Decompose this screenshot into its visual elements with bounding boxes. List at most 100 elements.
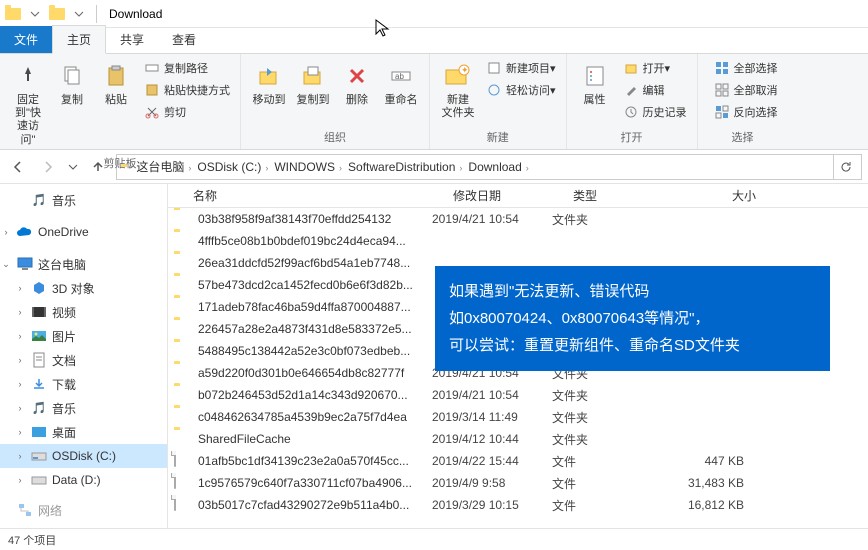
table-row[interactable]: b072b246453d52d1a14c343d920670...2019/4/… bbox=[168, 384, 868, 406]
properties-icon bbox=[579, 60, 611, 92]
file-size: 31,483 KB bbox=[652, 476, 752, 490]
copy-icon bbox=[56, 60, 88, 92]
copyto-icon bbox=[297, 60, 329, 92]
file-type: 文件夹 bbox=[552, 211, 652, 228]
folder-icon bbox=[174, 364, 192, 382]
file-type: 文件夹 bbox=[552, 431, 652, 448]
file-name: 171adeb78fac46ba59d4ffa870004887... bbox=[198, 300, 432, 314]
navigation-pane[interactable]: 🎵音乐 ›OneDrive ⌄这台电脑 ›3D 对象 ›视频 ›图片 ›文档 ›… bbox=[0, 184, 168, 528]
nav-3d-objects[interactable]: ›3D 对象 bbox=[0, 276, 167, 300]
history-button[interactable]: 历史记录 bbox=[619, 102, 691, 122]
easy-access-button[interactable]: 轻松访问 ▾ bbox=[482, 80, 560, 100]
select-none-icon bbox=[714, 82, 730, 98]
col-type[interactable]: 类型 bbox=[565, 187, 665, 204]
file-name: 03b5017c7cfad43290272e9b511a4b0... bbox=[198, 498, 432, 512]
select-none-button[interactable]: 全部取消 bbox=[710, 80, 782, 100]
file-name: 226457a28e2a4873f431d8e583372e5... bbox=[198, 322, 432, 336]
col-size[interactable]: 大小 bbox=[665, 187, 765, 204]
paste-shortcut-button[interactable]: 粘贴快捷方式 bbox=[140, 80, 234, 100]
titlebar: Download bbox=[0, 0, 868, 28]
file-type: 文件 bbox=[552, 497, 652, 514]
table-row[interactable]: 4fffb5ce08b1b0bdef019bc24d4eca94... bbox=[168, 230, 868, 252]
file-date: 2019/4/22 15:44 bbox=[432, 454, 552, 468]
select-all-button[interactable]: 全部选择 bbox=[710, 58, 782, 78]
col-name[interactable]: 名称 bbox=[185, 187, 445, 204]
new-folder-button[interactable]: ✦ 新建 文件夹 bbox=[436, 58, 480, 122]
folder-icon bbox=[174, 232, 192, 250]
copy-to-button[interactable]: 复制到 bbox=[291, 58, 335, 109]
dropdown-icon[interactable] bbox=[70, 5, 88, 23]
rename-button[interactable]: ab 重命名 bbox=[379, 58, 423, 109]
paste-icon bbox=[100, 60, 132, 92]
table-row[interactable]: c048462634785a4539b9ec2a75f7d4ea2019/3/1… bbox=[168, 406, 868, 428]
file-date: 2019/3/14 11:49 bbox=[432, 410, 552, 424]
tab-share[interactable]: 共享 bbox=[106, 26, 158, 53]
file-date: 2019/3/29 10:15 bbox=[432, 498, 552, 512]
nav-data[interactable]: ›Data (D:) bbox=[0, 468, 167, 492]
open-button[interactable]: 打开 ▾ bbox=[619, 58, 691, 78]
ribbon-group-organize: 移动到 复制到 删除 ab 重命名 组织 bbox=[241, 54, 430, 149]
desktop-icon bbox=[30, 423, 48, 441]
dropdown-icon[interactable] bbox=[26, 5, 44, 23]
copy-path-button[interactable]: 复制路径 bbox=[140, 58, 234, 78]
delete-icon bbox=[341, 60, 373, 92]
select-all-icon bbox=[714, 60, 730, 76]
new-item-icon bbox=[486, 60, 502, 76]
invert-selection-button[interactable]: 反向选择 bbox=[710, 102, 782, 122]
ribbon: 固定到"快 速访问" 复制 粘贴 复制路径 粘贴快捷方式 剪切 剪贴板 移动到 bbox=[0, 54, 868, 150]
svg-text:ab: ab bbox=[395, 72, 404, 81]
file-type: 文件夹 bbox=[552, 409, 652, 426]
nav-desktop[interactable]: ›桌面 bbox=[0, 420, 167, 444]
table-row[interactable]: 03b38f958f9af38143f70effdd2541322019/4/2… bbox=[168, 208, 868, 230]
paste-button[interactable]: 粘贴 bbox=[94, 58, 138, 109]
table-row[interactable]: 03b5017c7cfad43290272e9b511a4b0...2019/3… bbox=[168, 494, 868, 516]
nav-videos[interactable]: ›视频 bbox=[0, 300, 167, 324]
new-item-button[interactable]: 新建项目 ▾ bbox=[482, 58, 560, 78]
tab-row: 文件 主页 共享 查看 bbox=[0, 28, 868, 54]
move-to-button[interactable]: 移动到 bbox=[247, 58, 291, 109]
drive-icon bbox=[30, 447, 48, 465]
group-label: 组织 bbox=[241, 127, 429, 149]
history-icon bbox=[623, 104, 639, 120]
tab-file[interactable]: 文件 bbox=[0, 26, 52, 53]
nav-network[interactable]: 网络 bbox=[0, 498, 167, 522]
pictures-icon bbox=[30, 327, 48, 345]
file-size: 447 KB bbox=[652, 454, 752, 468]
refresh-button[interactable] bbox=[833, 155, 857, 179]
group-label: 选择 bbox=[698, 127, 788, 149]
table-row[interactable]: 01afb5bc1df34139c23e2a0a570f45cc...2019/… bbox=[168, 450, 868, 472]
tab-view[interactable]: 查看 bbox=[158, 26, 210, 53]
delete-button[interactable]: 删除 bbox=[335, 58, 379, 109]
edit-button[interactable]: 编辑 bbox=[619, 80, 691, 100]
crumb-windows[interactable]: WINDOWS› bbox=[274, 160, 342, 174]
nav-osdisk[interactable]: ›OSDisk (C:) bbox=[0, 444, 167, 468]
file-type: 文件 bbox=[552, 475, 652, 492]
col-date[interactable]: 修改日期 bbox=[445, 187, 565, 204]
copy-button[interactable]: 复制 bbox=[50, 58, 94, 109]
quick-folder-icon[interactable] bbox=[48, 5, 66, 23]
crumb-softdist[interactable]: SoftwareDistribution› bbox=[348, 160, 462, 174]
table-row[interactable]: 1c9576579c640f7a330711cf07ba4906...2019/… bbox=[168, 472, 868, 494]
group-label: 打开 bbox=[567, 127, 697, 149]
scissors-icon bbox=[144, 104, 160, 120]
item-count: 47 个项目 bbox=[8, 532, 56, 548]
file-name: b072b246453d52d1a14c343d920670... bbox=[198, 388, 432, 402]
nav-music[interactable]: 🎵音乐 bbox=[0, 188, 167, 212]
nav-documents[interactable]: ›文档 bbox=[0, 348, 167, 372]
folder-icon bbox=[174, 210, 192, 228]
computer-icon bbox=[16, 255, 34, 273]
cut-button[interactable]: 剪切 bbox=[140, 102, 234, 122]
nav-pictures[interactable]: ›图片 bbox=[0, 324, 167, 348]
network-icon bbox=[16, 501, 34, 519]
nav-thispc[interactable]: ⌄这台电脑 bbox=[0, 252, 167, 276]
file-name: 03b38f958f9af38143f70effdd254132 bbox=[198, 212, 432, 226]
file-date: 2019/4/9 9:58 bbox=[432, 476, 552, 490]
nav-music2[interactable]: ›🎵音乐 bbox=[0, 396, 167, 420]
properties-button[interactable]: 属性 bbox=[573, 58, 617, 109]
nav-downloads[interactable]: ›下载 bbox=[0, 372, 167, 396]
pin-quick-access-button[interactable]: 固定到"快 速访问" bbox=[6, 58, 50, 149]
nav-onedrive[interactable]: ›OneDrive bbox=[0, 220, 167, 244]
crumb-download[interactable]: Download› bbox=[468, 160, 528, 174]
tab-home[interactable]: 主页 bbox=[52, 25, 106, 54]
table-row[interactable]: SharedFileCache2019/4/12 10:44文件夹 bbox=[168, 428, 868, 450]
